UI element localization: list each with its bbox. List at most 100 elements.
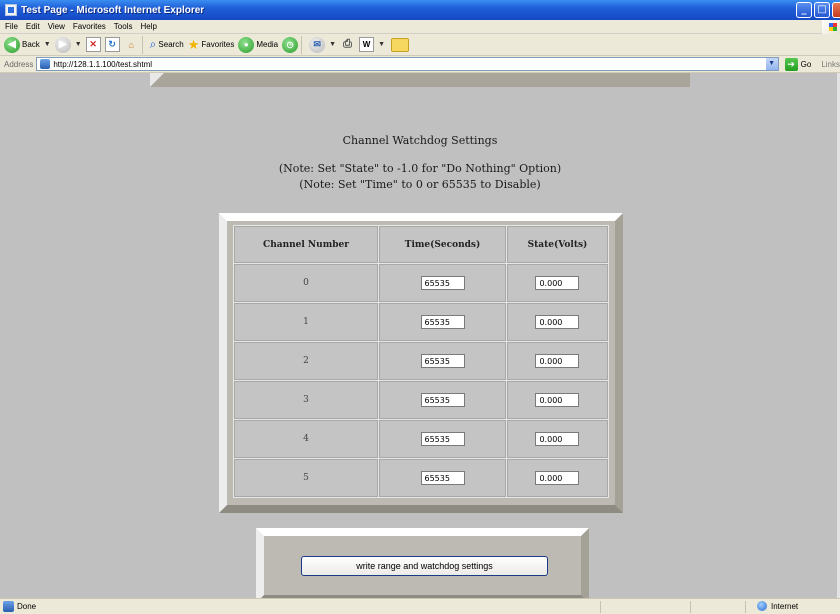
- state-cell: [506, 381, 608, 419]
- stop-icon: ✕: [85, 37, 101, 52]
- submit-frame: write range and watchdog settings: [256, 528, 589, 598]
- forward-button[interactable]: ▶ ▼: [54, 35, 82, 55]
- window-titlebar: Test Page - Microsoft Internet Explorer …: [0, 0, 840, 20]
- maximize-button[interactable]: □: [814, 2, 830, 18]
- state-input[interactable]: [535, 315, 580, 329]
- table-row: 0: [234, 264, 608, 302]
- time-input[interactable]: [420, 432, 465, 446]
- menu-favorites[interactable]: Favorites: [69, 22, 110, 31]
- time-note: (Note: Set "Time" to 0 or 65535 to Disab…: [299, 178, 541, 191]
- time-input[interactable]: [420, 393, 465, 407]
- media-icon: ●: [238, 36, 255, 53]
- home-button[interactable]: ⌂: [124, 35, 139, 55]
- status-divider: [600, 601, 601, 613]
- state-cell: [506, 342, 608, 380]
- table-row: 3: [234, 381, 608, 419]
- time-input[interactable]: [420, 276, 465, 290]
- state-input[interactable]: [535, 393, 580, 407]
- state-input[interactable]: [535, 354, 580, 368]
- menu-file[interactable]: File: [0, 22, 22, 31]
- media-button[interactable]: ● Media: [238, 35, 278, 55]
- address-bar: Address http://128.1.1.100/test.shtml ▼ …: [0, 56, 840, 73]
- back-icon: ◀: [4, 36, 20, 53]
- time-cell: [379, 381, 506, 419]
- refresh-button[interactable]: ↻: [104, 35, 120, 55]
- internet-globe-icon: [757, 601, 767, 611]
- menu-view[interactable]: View: [44, 22, 69, 31]
- state-note: (Note: Set "State" to -1.0 for "Do Nothi…: [278, 162, 562, 175]
- go-label: Go: [800, 59, 812, 69]
- time-cell: [379, 264, 506, 302]
- time-cell: [379, 342, 506, 380]
- zone-label: Internet: [771, 601, 799, 611]
- ie-app-icon: [5, 4, 17, 16]
- minimize-button[interactable]: _: [796, 2, 812, 18]
- search-label: Search: [158, 40, 184, 49]
- address-url[interactable]: http://128.1.1.100/test.shtml: [53, 60, 152, 69]
- menu-bar: File Edit View Favorites Tools Help: [0, 20, 840, 34]
- back-button[interactable]: ◀ Back ▼: [4, 35, 51, 55]
- mail-dropdown-icon[interactable]: ▼: [329, 41, 336, 48]
- menu-help[interactable]: Help: [136, 22, 160, 31]
- refresh-icon: ↻: [104, 37, 120, 52]
- menu-tools[interactable]: Tools: [110, 22, 137, 31]
- table-header-row: Channel Number Time(Seconds) State(Volts…: [234, 226, 608, 263]
- state-cell: [506, 420, 608, 458]
- state-cell: [506, 264, 608, 302]
- header-state-volts: State(Volts): [506, 226, 608, 263]
- page-content: Channel Watchdog Settings (Note: Set "St…: [0, 73, 840, 598]
- favorites-label: Favorites: [201, 40, 235, 49]
- mail-button[interactable]: ✉ ▼: [309, 35, 336, 55]
- page-icon: [40, 59, 51, 69]
- security-zone: Internet: [757, 601, 798, 611]
- window-controls: _ □: [796, 2, 840, 18]
- channel-number: 4: [234, 420, 379, 458]
- print-button[interactable]: ⎙: [340, 35, 355, 55]
- edit-button[interactable]: W ▼: [359, 35, 385, 55]
- table-row: 2: [234, 342, 608, 380]
- channel-number: 1: [234, 303, 379, 341]
- windows-flag-icon: [822, 20, 840, 34]
- page-title: Channel Watchdog Settings: [342, 134, 498, 147]
- address-label: Address: [4, 59, 34, 69]
- search-button[interactable]: ⌕ Search: [150, 35, 184, 55]
- header-time-seconds: Time(Seconds): [379, 226, 506, 263]
- links-button[interactable]: Links: [821, 60, 840, 69]
- edit-icon: W: [359, 37, 375, 52]
- state-input[interactable]: [535, 276, 580, 290]
- favorites-button[interactable]: ★ Favorites: [188, 35, 235, 55]
- stop-button[interactable]: ✕: [85, 35, 101, 55]
- time-cell: [379, 420, 506, 458]
- back-label: Back: [22, 40, 40, 49]
- state-cell: [506, 303, 608, 341]
- time-input[interactable]: [420, 354, 465, 368]
- address-input[interactable]: http://128.1.1.100/test.shtml ▼: [36, 57, 779, 71]
- edit-dropdown-icon[interactable]: ▼: [378, 41, 385, 48]
- table-row: 1: [234, 303, 608, 341]
- address-dropdown-icon[interactable]: ▼: [765, 58, 778, 70]
- print-icon: ⎙: [343, 38, 352, 50]
- forward-dropdown-icon[interactable]: ▼: [75, 41, 82, 48]
- menu-edit[interactable]: Edit: [22, 22, 44, 31]
- top-frame-border: [150, 73, 690, 87]
- watchdog-settings-table: Channel Number Time(Seconds) State(Volts…: [233, 225, 609, 498]
- folder-icon[interactable]: [391, 37, 409, 52]
- mail-icon: ✉: [309, 36, 326, 53]
- state-input[interactable]: [535, 432, 580, 446]
- state-cell: [506, 459, 608, 497]
- time-cell: [379, 303, 506, 341]
- table-row: 4: [234, 420, 608, 458]
- close-button[interactable]: [832, 2, 840, 18]
- media-label: Media: [256, 40, 279, 49]
- back-dropdown-icon[interactable]: ▼: [44, 41, 51, 48]
- toolbar-separator: [301, 35, 303, 54]
- time-input[interactable]: [420, 315, 465, 329]
- write-settings-button[interactable]: write range and watchdog settings: [301, 556, 548, 576]
- state-input[interactable]: [535, 471, 580, 485]
- history-icon: ◷: [282, 36, 299, 53]
- go-button[interactable]: ➔ Go: [784, 57, 812, 71]
- search-icon: ⌕: [149, 37, 157, 51]
- history-button[interactable]: ◷: [282, 35, 299, 55]
- time-input[interactable]: [420, 471, 465, 485]
- channel-number: 5: [234, 459, 379, 497]
